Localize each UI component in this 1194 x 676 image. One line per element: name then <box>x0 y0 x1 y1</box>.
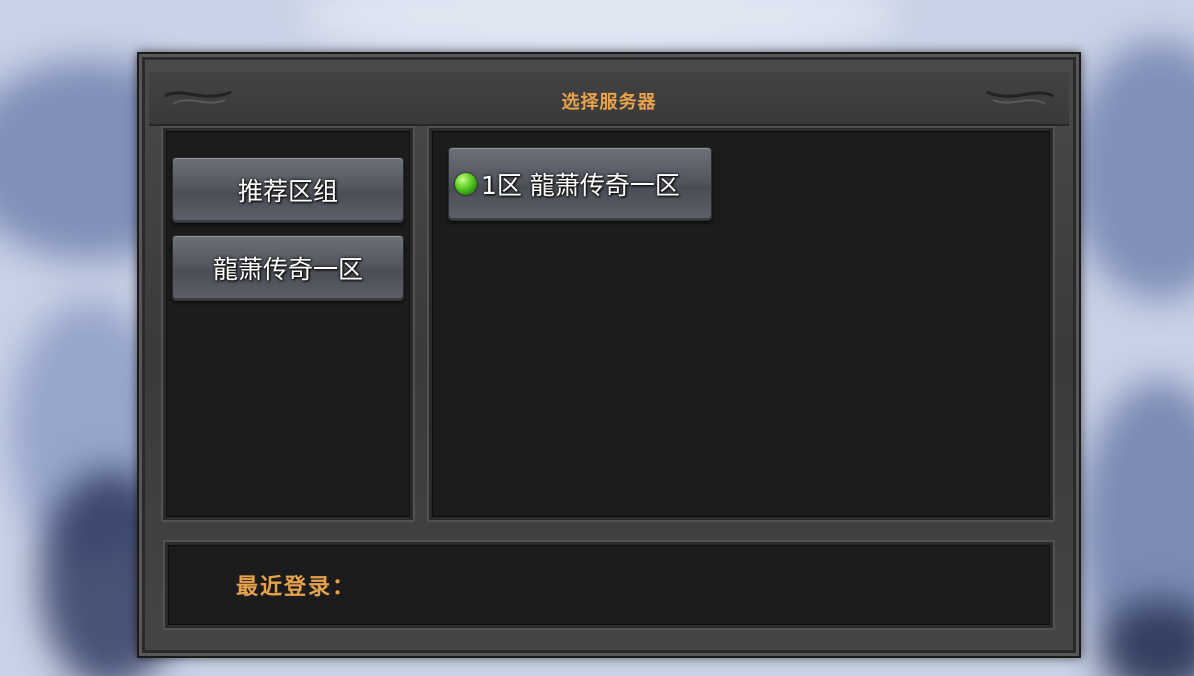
online-status-icon <box>455 173 477 195</box>
server-button-1[interactable]: 1区 龍萧传奇一区 <box>448 147 712 221</box>
recent-login-panel: 最近登录： <box>165 542 1053 628</box>
recent-login-label: 最近登录： <box>236 575 357 600</box>
server-group-list: 推荐区组 龍萧传奇一区 <box>163 128 413 520</box>
server-select-dialog: 选择服务器 推荐区组 龍萧传奇一区 1区 龍萧传奇一区 最近登录： <box>137 52 1081 658</box>
dialog-title: 选择服务器 <box>561 92 657 113</box>
server-list: 1区 龍萧传奇一区 <box>429 128 1053 520</box>
server-label: 1区 龍萧传奇一区 <box>481 171 680 200</box>
group-button-longxiao[interactable]: 龍萧传奇一区 <box>172 235 404 301</box>
group-label: 推荐区组 <box>237 177 338 206</box>
group-label: 龍萧传奇一区 <box>212 255 363 284</box>
group-button-recommended[interactable]: 推荐区组 <box>172 157 404 223</box>
